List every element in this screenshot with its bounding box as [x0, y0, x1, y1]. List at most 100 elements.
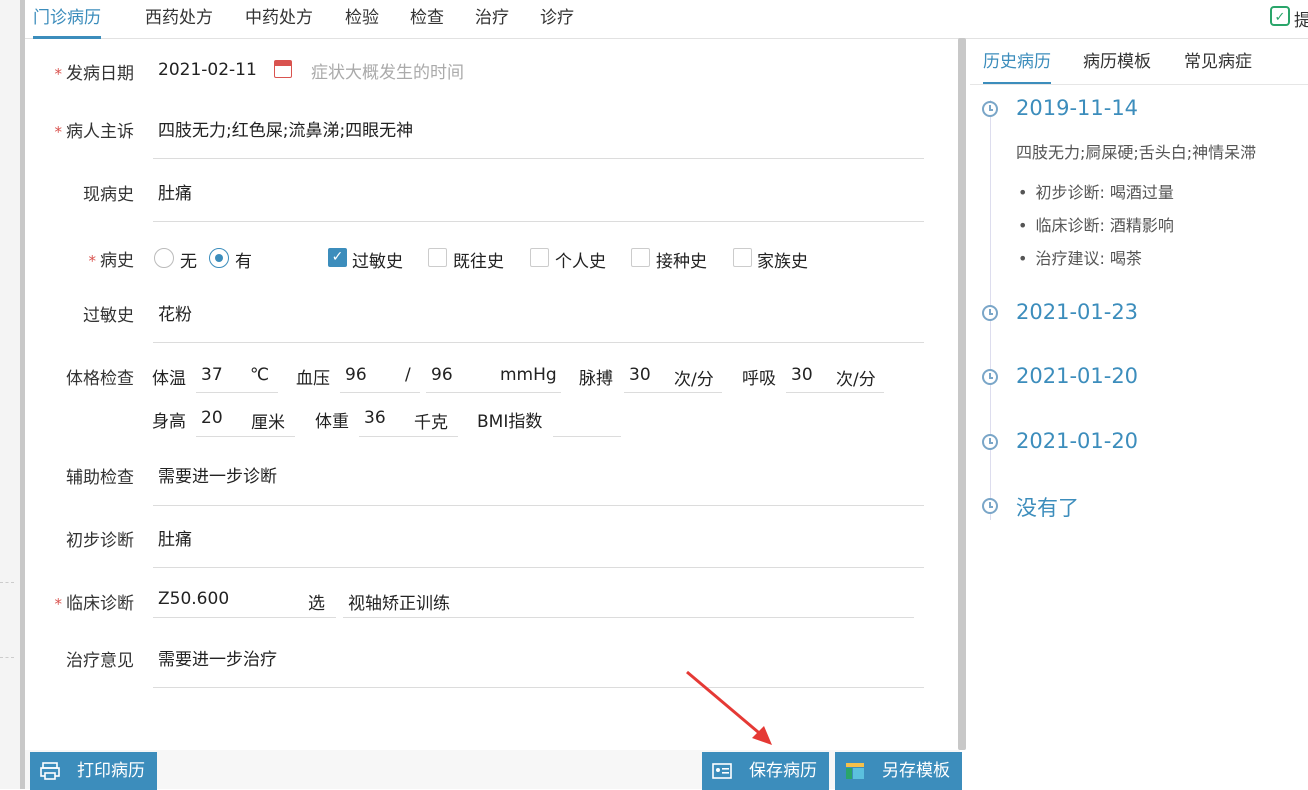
- height-label: 身高: [152, 412, 186, 432]
- present-history-input[interactable]: 肚痛: [158, 179, 192, 204]
- history-label: * 病史: [88, 251, 135, 271]
- weight-label: 体重: [315, 412, 349, 432]
- bmi-underline: [553, 436, 621, 437]
- tab-diagnosis-treatment[interactable]: 诊疗: [540, 6, 574, 36]
- aux-exam-label: 辅助检查: [66, 468, 134, 488]
- temperature-input[interactable]: 37: [201, 365, 223, 385]
- tab-western-prescription[interactable]: 西药处方: [145, 6, 213, 36]
- onset-date-input[interactable]: 2021-02-11: [158, 60, 257, 80]
- clinical-name-underline: [343, 617, 914, 618]
- radio-yes[interactable]: [209, 248, 229, 268]
- clinical-diagnosis-name-input[interactable]: 视轴矫正训练: [348, 589, 450, 614]
- right-tab-divider: [970, 84, 1308, 85]
- allergy-label: 过敏史: [83, 306, 134, 326]
- print-record-button[interactable]: 打印病历: [30, 752, 157, 790]
- height-underline: [196, 436, 295, 437]
- checkbox-allergy-history[interactable]: ✓: [328, 248, 347, 267]
- pulse-unit: 次/分: [674, 370, 714, 390]
- tab-common-conditions[interactable]: 常见病症: [1184, 50, 1252, 82]
- clock-icon: [982, 498, 998, 514]
- id-card-icon: [712, 763, 732, 779]
- bp-diastolic-input[interactable]: 96: [431, 365, 453, 385]
- tab-lab-test[interactable]: 检验: [345, 6, 379, 36]
- tab-record-templates[interactable]: 病历模板: [1083, 50, 1151, 82]
- timeline-date[interactable]: 2021-01-23: [1016, 300, 1138, 324]
- annotation-arrow: [686, 670, 772, 745]
- tab-history-records[interactable]: 历史病历: [983, 50, 1051, 85]
- height-input[interactable]: 20: [201, 408, 223, 428]
- prelim-diagnosis-input[interactable]: 肚痛: [158, 525, 192, 550]
- clock-icon: [982, 101, 998, 117]
- height-unit: 厘米: [251, 413, 285, 433]
- clock-icon: [982, 434, 998, 450]
- aux-exam-underline: [153, 505, 924, 506]
- checkbox-vaccination-history-label: 接种史: [656, 252, 707, 272]
- weight-input[interactable]: 36: [364, 408, 386, 428]
- respiration-label: 呼吸: [742, 369, 776, 389]
- printer-icon: [40, 762, 60, 780]
- temperature-unit: ℃: [250, 365, 270, 385]
- checkbox-vaccination-history[interactable]: [631, 248, 650, 267]
- pulse-input[interactable]: 30: [629, 365, 651, 385]
- weight-underline: [359, 436, 458, 437]
- temperature-label: 体温: [152, 369, 186, 389]
- complaint-input[interactable]: 四肢无力;红色屎;流鼻涕;四眼无神: [158, 116, 413, 141]
- complaint-underline: [153, 158, 924, 159]
- temperature-underline: [196, 392, 278, 393]
- aux-exam-input[interactable]: 需要进一步诊断: [158, 462, 277, 487]
- tab-examination[interactable]: 检查: [410, 6, 444, 36]
- checkbox-past-history[interactable]: [428, 248, 447, 267]
- bp-unit: mmHg: [500, 365, 557, 385]
- timeline-date[interactable]: 2021-01-20: [1016, 429, 1138, 453]
- print-record-label: 打印病历: [77, 761, 145, 781]
- save-as-template-button[interactable]: 另存模板: [835, 752, 962, 790]
- allergy-input[interactable]: 花粉: [158, 300, 192, 325]
- onset-date-label: * 发病日期: [54, 64, 135, 84]
- checkbox-allergy-history-label: 过敏史: [352, 252, 403, 272]
- clinical-diagnosis-code-input[interactable]: Z50.600: [158, 589, 229, 609]
- physical-exam-label: 体格检查: [66, 369, 134, 389]
- clock-icon: [982, 369, 998, 385]
- tab-outpatient-record[interactable]: 门诊病历: [33, 6, 101, 39]
- timeline-detail: 治疗建议: 喝茶: [1018, 245, 1141, 269]
- bp-systolic-input[interactable]: 96: [345, 365, 367, 385]
- respiration-input[interactable]: 30: [791, 365, 813, 385]
- save-record-button[interactable]: 保存病历: [702, 752, 829, 790]
- timeline-date[interactable]: 2019-11-14: [1016, 96, 1138, 120]
- tab-treatment[interactable]: 治疗: [475, 6, 509, 36]
- radio-none[interactable]: [154, 248, 174, 268]
- checkbox-personal-history[interactable]: [530, 248, 549, 267]
- weight-unit: 千克: [414, 413, 448, 433]
- left-gutter: [0, 0, 20, 789]
- clinical-diagnosis-label: * 临床诊断: [54, 594, 135, 614]
- present-history-underline: [153, 221, 924, 222]
- timeline-date[interactable]: 2021-01-20: [1016, 364, 1138, 388]
- blood-pressure-label: 血压: [296, 369, 330, 389]
- treatment-underline: [153, 687, 924, 688]
- corner-label[interactable]: 提: [1294, 6, 1308, 31]
- checkbox-family-history[interactable]: [733, 248, 752, 267]
- timeline-end: 没有了: [1016, 496, 1079, 520]
- save-record-label: 保存病历: [749, 761, 817, 781]
- bmi-label: BMI指数: [477, 412, 543, 432]
- pulse-label: 脉搏: [579, 369, 613, 389]
- bp-systolic-underline: [340, 392, 420, 393]
- form-scrollbar[interactable]: [958, 38, 966, 750]
- calendar-icon[interactable]: [274, 60, 292, 78]
- shield-check-icon[interactable]: ✓: [1270, 6, 1290, 26]
- tab-chinese-prescription[interactable]: 中药处方: [245, 6, 313, 36]
- onset-date-hint: 症状大概发生的时间: [311, 63, 464, 83]
- clinical-code-underline: [153, 617, 336, 618]
- treatment-input[interactable]: 需要进一步治疗: [158, 645, 277, 670]
- timeline-summary: 四肢无力;屙屎硬;舌头白;神情呆滞: [1016, 143, 1257, 162]
- respiration-unit: 次/分: [836, 370, 876, 390]
- save-as-template-label: 另存模板: [882, 761, 950, 781]
- radio-yes-label: 有: [235, 252, 252, 272]
- present-history-label: 现病史: [83, 185, 134, 205]
- bp-diastolic-underline: [426, 392, 561, 393]
- template-grid-icon: [846, 763, 864, 779]
- allergy-underline: [153, 342, 924, 343]
- complaint-label: * 病人主诉: [54, 122, 135, 142]
- clinical-diagnosis-select-button[interactable]: 选: [308, 589, 325, 614]
- prelim-diagnosis-underline: [153, 567, 924, 568]
